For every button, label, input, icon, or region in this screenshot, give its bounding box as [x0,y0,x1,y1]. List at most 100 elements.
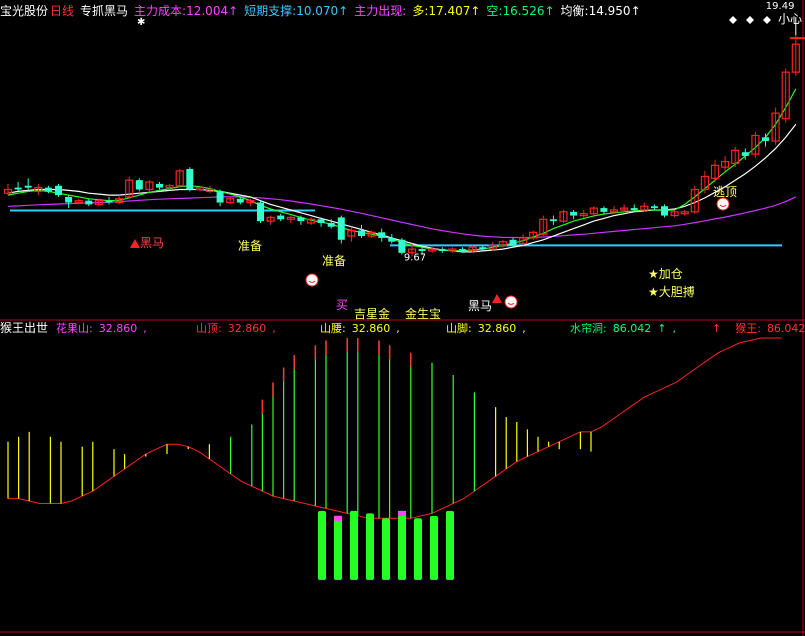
long-label: 多: [412,4,429,18]
green-bar [334,515,342,581]
green-bar [398,510,406,581]
green-bar-top [334,515,342,521]
main-appear-label: 主力出现: [354,4,407,18]
candle-body [762,137,769,142]
balance-value: 14.950 [588,4,631,18]
cave-label: 水帘洞: [570,322,607,335]
min-price-label: 9.67 [404,252,426,263]
peak-label: 山顶: [196,322,222,335]
candle-body [216,191,224,203]
monkey-value: 86.042 [766,322,805,335]
candle-body [650,206,658,209]
short-value: 16.526 [502,4,545,18]
candle-body [630,208,638,210]
candle-body [570,211,578,216]
candle-body [186,169,194,190]
candle-body [600,208,608,212]
candle-body [85,200,93,205]
monkey-field: ↑猴王:86.042↑ [712,320,805,337]
main-cost-value: 12.004 [186,4,229,18]
candle-body [44,187,52,192]
short-arrow: ↑ [544,4,555,18]
hgs-label: 花果山: [56,322,93,335]
green-bar-top [398,510,406,516]
diamond-icon [763,16,771,24]
cave-arrow: ↑ [657,322,667,335]
main-chart-header: 宝光股份 日线 专抓黑马 主力成本:12.004↑ 短期支撑:10.070↑ 主力出现: 多… [0,3,647,20]
dark-horse-label-1: 黑马 [140,236,164,250]
stock-name[interactable]: 宝光股份 [0,4,48,18]
candle-body [327,223,335,227]
escape-top-label: 逃顶 [713,185,737,199]
candle-body [14,187,22,190]
candle-body [398,239,406,253]
red-curve [8,337,782,519]
candle-body [65,196,73,203]
dark-horse-triangle [130,239,140,248]
smiley-icon [716,197,730,211]
balance-label: 均衡: [560,4,589,18]
mid-label: 山腰: [320,322,346,335]
long-value: 17.407 [428,4,471,18]
caution-label: 小心 [778,12,803,26]
bold-buy-label: ★大胆搏 [648,285,695,299]
candle-body [358,230,365,237]
main-cost-arrow: ↑ [228,4,239,18]
candle-body [479,247,487,250]
candle-body [378,232,386,238]
prepare-label-1: 准备 [238,239,262,253]
green-bar [318,510,326,581]
candle-body [549,219,557,222]
green-bar [382,518,390,581]
foot-value: 32.860 [477,322,517,335]
dark-horse-label-2: 黑马 [468,299,492,313]
candle-body [418,249,426,251]
buy-label: 买 [336,298,348,312]
green-bar [366,513,374,581]
candle-body [55,185,62,196]
smiley-icon [305,273,319,287]
candle-body [297,217,305,222]
candle-body [156,183,163,188]
candle-body [509,239,517,246]
monkey-label: 猴王: [735,322,761,335]
green-bar [350,510,358,581]
candle-body [459,249,466,251]
sub-indicator-title[interactable]: 猴王出世 [0,321,48,335]
foot-field: 山脚: 32.860, [446,322,526,335]
candle-body [388,237,396,242]
auspicious-label: 吉星金 [354,306,390,321]
shiner-label: 金生宝 [405,306,441,321]
main-cost-label: 主力成本: [134,4,187,18]
cave-value: 86.042 [612,322,652,335]
hgs-value: 32.860 [98,322,138,335]
short-support-arrow: ↑ [338,4,349,18]
monkey-prefix: ↑ [712,322,722,335]
candle-body [741,152,749,156]
short-label: 空: [486,4,503,18]
period-label[interactable]: 日线 [50,4,74,18]
dark-horse-triangle [492,294,502,303]
green-bar [414,518,422,581]
ma-line-green [7,88,797,252]
sub-chart-header: 猴王出世 [0,320,54,337]
add-position-label: ★加仓 [648,267,683,281]
candle-body [105,200,113,203]
peak-field: 山顶: 32.860, [196,322,276,335]
indicator-name[interactable]: 专抓黑马 [80,4,128,18]
candle-body [236,198,244,203]
candle-body [135,180,143,190]
foot-label: 山脚: [446,322,472,335]
mid-field: 山腰: 32.860, [320,322,400,335]
candle-body [438,249,446,251]
smiley-icon [504,295,518,309]
candle-body [337,217,345,240]
green-bar [430,515,438,581]
chart-canvas[interactable]: 19.499.67✱黑马 准备准备买吉星金 金生宝黑马★加仓★大胆搏逃顶 [0,0,805,636]
green-bar [446,510,454,581]
prepare-label-2: 准备 [322,254,346,268]
diamond-icon [746,16,754,24]
candle-body [277,215,285,220]
candle-body [661,206,668,216]
hgs-field: 花果山: 32.860, [56,322,147,335]
